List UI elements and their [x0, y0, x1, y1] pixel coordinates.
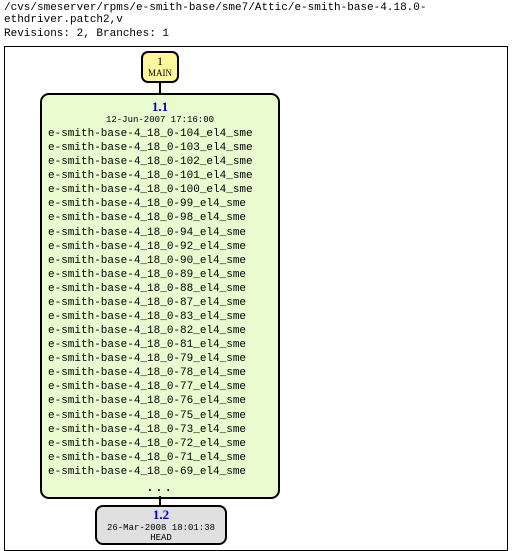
revision-date: 12-Jun-2007 17:16:00 — [48, 115, 272, 125]
revision-date: 26-Mar-2008 18:01:38 — [107, 523, 215, 533]
tag-entry: e-smith-base-4_18_0-78_el4_sme — [48, 366, 272, 380]
tag-entry: e-smith-base-4_18_0-101_el4_sme — [48, 169, 272, 183]
path-text: /cvs/smeserver/rpms/e-smith-base/sme7/At… — [0, 0, 512, 28]
revision-number: 1.1 — [48, 99, 272, 115]
tag-entry: e-smith-base-4_18_0-81_el4_sme — [48, 338, 272, 352]
revision-number: 1.2 — [153, 507, 169, 523]
tag-entry: e-smith-base-4_18_0-100_el4_sme — [48, 183, 272, 197]
tag-entry: e-smith-base-4_18_0-82_el4_sme — [48, 324, 272, 338]
revisions-info: Revisions: 2, Branches: 1 — [0, 28, 512, 46]
tag-entry: e-smith-base-4_18_0-92_el4_sme — [48, 240, 272, 254]
branch-label-main[interactable]: 1 MAIN — [141, 51, 179, 83]
tag-entry: e-smith-base-4_18_0-71_el4_sme — [48, 451, 272, 465]
tag-entry: e-smith-base-4_18_0-83_el4_sme — [48, 310, 272, 324]
tag-entry: e-smith-base-4_18_0-90_el4_sme — [48, 254, 272, 268]
tag-entry: e-smith-base-4_18_0-73_el4_sme — [48, 423, 272, 437]
revision-graph: 1 MAIN 1.1 12-Jun-2007 17:16:00 e-smith-… — [4, 46, 508, 551]
tag-entry: e-smith-base-4_18_0-75_el4_sme — [48, 409, 272, 423]
tag-entry: e-smith-base-4_18_0-89_el4_sme — [48, 268, 272, 282]
tag-entry: e-smith-base-4_18_0-99_el4_sme — [48, 197, 272, 211]
tags-ellipsis: ... — [48, 481, 272, 495]
tag-entry: e-smith-base-4_18_0-87_el4_sme — [48, 296, 272, 310]
tag-entry: e-smith-base-4_18_0-76_el4_sme — [48, 394, 272, 408]
tag-entry: e-smith-base-4_18_0-69_el4_sme — [48, 465, 272, 479]
tag-entry: e-smith-base-4_18_0-77_el4_sme — [48, 380, 272, 394]
branch-number: 1 — [157, 55, 163, 68]
revision-node-1-2[interactable]: 1.2 26-Mar-2008 18:01:38 HEAD — [95, 505, 227, 545]
head-label: HEAD — [150, 533, 172, 543]
branch-name: MAIN — [148, 69, 172, 79]
tag-entry: e-smith-base-4_18_0-88_el4_sme — [48, 282, 272, 296]
revision-node-1-1[interactable]: 1.1 12-Jun-2007 17:16:00 e-smith-base-4_… — [40, 93, 280, 499]
tag-entry: e-smith-base-4_18_0-98_el4_sme — [48, 211, 272, 225]
tag-entry: e-smith-base-4_18_0-79_el4_sme — [48, 352, 272, 366]
tag-entry: e-smith-base-4_18_0-103_el4_sme — [48, 141, 272, 155]
connector-line — [159, 83, 161, 93]
tag-entry: e-smith-base-4_18_0-102_el4_sme — [48, 155, 272, 169]
tag-entry: e-smith-base-4_18_0-94_el4_sme — [48, 226, 272, 240]
tag-entry: e-smith-base-4_18_0-104_el4_sme — [48, 127, 272, 141]
tag-entry: e-smith-base-4_18_0-72_el4_sme — [48, 437, 272, 451]
